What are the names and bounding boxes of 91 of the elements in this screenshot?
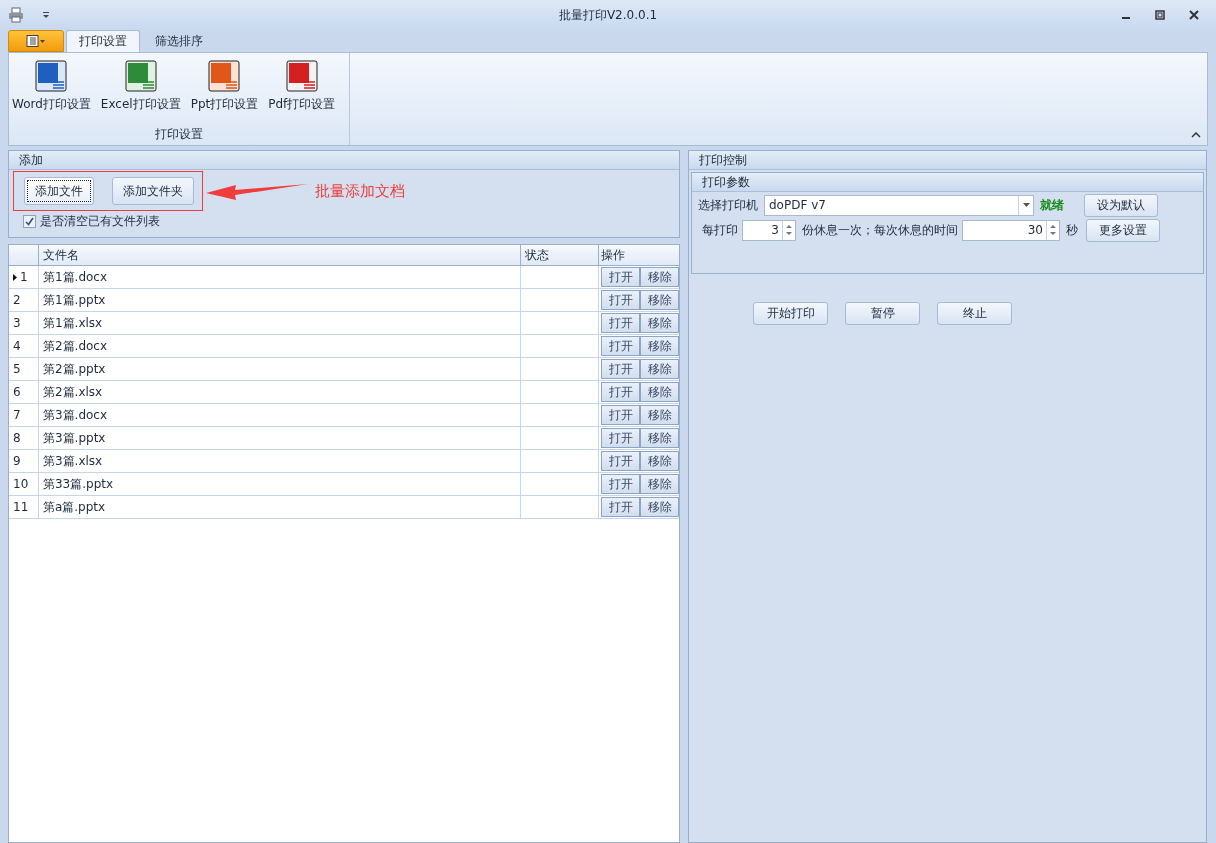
row-header[interactable]: 9 <box>9 450 39 472</box>
row-header[interactable]: 7 <box>9 404 39 426</box>
printer-dropdown[interactable]: doPDF v7 <box>764 194 1034 216</box>
add-button[interactable]: 添加文件 <box>24 177 94 205</box>
row-action-button[interactable]: 移除 <box>640 428 679 448</box>
row-action-button[interactable]: 打开 <box>601 313 640 333</box>
row-action-button[interactable]: 打开 <box>601 382 640 402</box>
row-action-button[interactable]: 移除 <box>640 497 679 517</box>
row-header[interactable]: 6 <box>9 381 39 403</box>
row-action-button[interactable]: 打开 <box>601 405 640 425</box>
row-action-button[interactable]: 移除 <box>640 359 679 379</box>
dropdown-icon[interactable] <box>42 11 50 19</box>
row-action-button[interactable]: 打开 <box>601 428 640 448</box>
field-label: 选择打印机 <box>698 196 758 214</box>
row-action-button[interactable]: 打开 <box>601 359 640 379</box>
table-cell: 第2篇.pptx <box>38 358 522 380</box>
group-label: 打印设置 <box>155 126 203 143</box>
collapse-icon[interactable] <box>1191 131 1201 139</box>
panel-header: 打印控制 <box>689 151 1206 170</box>
clear-list-checkbox[interactable]: 是否清空已有文件列表 <box>23 213 679 230</box>
row-action-button[interactable]: 移除 <box>640 405 679 425</box>
row-header[interactable]: 11 <box>9 496 39 518</box>
print-control-button[interactable]: 终止 <box>937 302 1012 325</box>
row-action-button[interactable]: 打开 <box>601 290 640 310</box>
set-default-button[interactable]: 设为默认 <box>1084 193 1158 217</box>
more-settings-button[interactable]: 更多设置 <box>1086 218 1160 242</box>
table-cell: 第3篇.xlsx <box>38 450 522 472</box>
printer-icon[interactable] <box>8 7 24 23</box>
count-spinner[interactable]: 3 <box>742 219 796 241</box>
annotation-text: 批量添加文档 <box>315 181 405 201</box>
row-header[interactable]: 5 <box>9 358 39 380</box>
maximize-icon[interactable] <box>1154 9 1166 21</box>
document-icon <box>285 60 318 92</box>
print-control-button[interactable]: 暂停 <box>845 302 920 325</box>
ribbon-tab[interactable]: 筛选排序 <box>142 30 216 52</box>
window-title: 批量打印V2.0.0.1 <box>558 6 658 24</box>
rest-time-spinner[interactable]: 30 <box>962 219 1060 241</box>
print-control-button[interactable]: 开始打印 <box>753 302 828 325</box>
add-button[interactable]: 添加文件夹 <box>112 177 194 205</box>
spin-arrows-icon <box>1050 224 1056 236</box>
table-cell: 第2篇.docx <box>38 335 522 357</box>
table-cell: 第3篇.pptx <box>38 427 522 449</box>
table-cell: 第2篇.xlsx <box>38 381 522 403</box>
row-header[interactable]: 10 <box>9 473 39 495</box>
table-cell: 第1篇.pptx <box>38 289 522 311</box>
row-header[interactable]: 3 <box>9 312 39 334</box>
column-header: 操作 <box>600 246 627 264</box>
application-menu-button[interactable] <box>8 30 64 52</box>
table-cell: 第3篇.docx <box>38 404 522 426</box>
panel-header: 添加 <box>9 151 679 170</box>
spin-arrows-icon <box>786 224 792 236</box>
row-action-button[interactable]: 移除 <box>640 382 679 402</box>
document-icon <box>124 60 157 92</box>
document-icon <box>35 60 68 92</box>
menu-icon <box>26 35 46 47</box>
table-cell: 第1篇.xlsx <box>38 312 522 334</box>
close-icon[interactable] <box>1188 9 1200 21</box>
document-icon <box>208 60 241 92</box>
row-action-button[interactable]: 移除 <box>640 290 679 310</box>
check-icon <box>25 217 34 226</box>
table-cell: 第33篇.pptx <box>38 473 522 495</box>
row-action-button[interactable]: 移除 <box>640 313 679 333</box>
row-action-button[interactable]: 打开 <box>601 497 640 517</box>
field-label: 每打印 <box>702 221 738 239</box>
column-header: 文件名 <box>38 245 522 265</box>
row-header[interactable]: 2 <box>9 289 39 311</box>
table-cell: 第1篇.docx <box>38 266 522 288</box>
ribbon-button[interactable]: Ppt打印设置 <box>187 58 262 115</box>
field-label: 秒 <box>1066 221 1078 239</box>
table-cell: 第a篇.pptx <box>38 496 522 518</box>
row-action-button[interactable]: 移除 <box>640 474 679 494</box>
row-header[interactable]: 4 <box>9 335 39 357</box>
row-action-button[interactable]: 移除 <box>640 336 679 356</box>
panel-header: 打印参数 <box>692 173 1203 192</box>
row-header[interactable]: 8 <box>9 427 39 449</box>
row-action-button[interactable]: 打开 <box>601 474 640 494</box>
row-header[interactable]: 1 <box>9 266 39 288</box>
ribbon-button[interactable]: Word打印设置 <box>9 58 94 115</box>
row-action-button[interactable]: 移除 <box>640 267 679 287</box>
row-action-button[interactable]: 打开 <box>601 451 640 471</box>
ribbon-tab[interactable]: 打印设置 <box>66 30 140 52</box>
row-action-button[interactable]: 移除 <box>640 451 679 471</box>
row-action-button[interactable]: 打开 <box>601 267 640 287</box>
field-label: 份休息一次；每次休息的时间 <box>802 221 958 239</box>
caret-icon <box>1022 203 1030 207</box>
row-action-button[interactable]: 打开 <box>601 336 640 356</box>
column-header: 状态 <box>521 245 600 265</box>
status-text: 就绪 <box>1040 196 1064 214</box>
ribbon-button[interactable]: Pdf打印设置 <box>265 58 339 115</box>
current-row-icon <box>13 273 17 281</box>
ribbon-button[interactable]: Excel打印设置 <box>97 58 184 115</box>
